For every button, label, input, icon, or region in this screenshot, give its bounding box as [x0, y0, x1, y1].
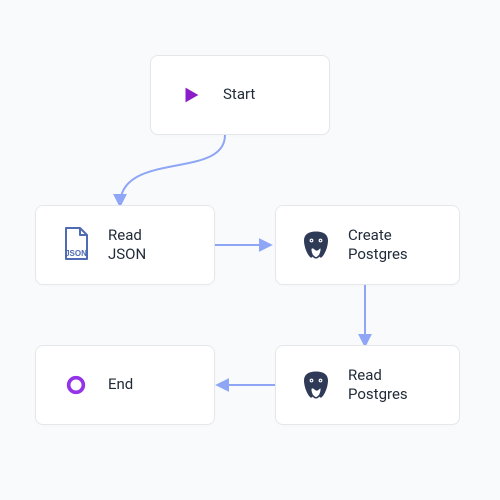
- node-create-postgres[interactable]: Create Postgres: [275, 205, 460, 285]
- node-label: Start: [223, 85, 255, 105]
- play-icon: [171, 84, 211, 106]
- postgres-icon: [296, 367, 336, 403]
- postgres-icon: [296, 227, 336, 263]
- svg-text:JSON: JSON: [65, 249, 87, 258]
- node-label: End: [108, 375, 133, 395]
- node-read-postgres[interactable]: Read Postgres: [275, 345, 460, 425]
- node-label: Create Postgres: [348, 226, 408, 265]
- node-label: Read Postgres: [348, 366, 408, 405]
- end-ring-icon: [56, 374, 96, 396]
- node-start[interactable]: Start: [150, 55, 330, 135]
- json-file-icon: JSON: [56, 226, 96, 264]
- node-read-json[interactable]: JSON Read JSON: [35, 205, 215, 285]
- node-label: Read JSON: [108, 226, 146, 265]
- node-end[interactable]: End: [35, 345, 215, 425]
